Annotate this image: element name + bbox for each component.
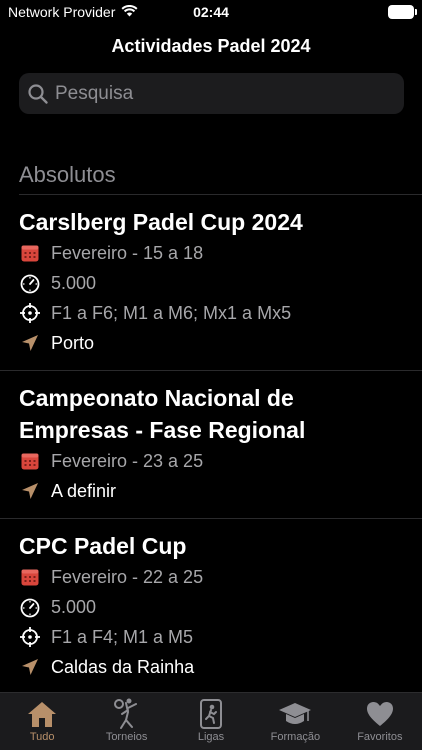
section-header: Absolutos xyxy=(19,162,116,187)
tab-favoritos[interactable]: Favoritos xyxy=(338,693,422,750)
location-arrow-icon xyxy=(19,480,41,502)
target-icon xyxy=(19,626,41,648)
house-icon xyxy=(26,698,58,730)
event-categories-row: F1 a F6; M1 a M6; Mx1 a Mx5 xyxy=(19,298,403,328)
tab-label: Tudo xyxy=(29,731,55,743)
search-input[interactable] xyxy=(55,82,375,105)
event-title: Campeonato Nacional de Empresas - Fase R… xyxy=(19,385,306,443)
event-title: Carslberg Padel Cup 2024 xyxy=(19,209,303,235)
location-arrow-icon xyxy=(19,332,41,354)
event-item[interactable]: Campeonato Nacional de Empresas - Fase R… xyxy=(0,371,422,519)
event-prize-row: 5.000 xyxy=(19,592,403,622)
tab-bar: Tudo Torneios Ligas Formação Favoritos xyxy=(0,692,422,750)
event-date-row: Fevereiro - 22 a 25 xyxy=(19,562,403,592)
calendar-icon xyxy=(19,566,41,588)
event-item[interactable]: Carslberg Padel Cup 2024 Fevereiro - 15 … xyxy=(0,195,422,371)
event-prize: 5.000 xyxy=(51,596,97,617)
search-bar[interactable] xyxy=(19,73,404,114)
tab-label: Torneios xyxy=(105,731,148,743)
battery-icon xyxy=(388,5,417,19)
status-bar: Network Provider 02:44 xyxy=(0,0,422,26)
tab-formacao[interactable]: Formação xyxy=(253,693,337,750)
event-location-row: A definir xyxy=(19,476,403,506)
event-location-row: Caldas da Rainha xyxy=(19,652,403,682)
event-date-row: Fevereiro - 23 a 25 xyxy=(19,446,403,476)
event-list: Carslberg Padel Cup 2024 Fevereiro - 15 … xyxy=(0,195,422,695)
event-categories-row: F1 a F4; M1 a M5 xyxy=(19,622,403,652)
event-categories: F1 a F6; M1 a M6; Mx1 a Mx5 xyxy=(51,302,292,323)
stopwatch-icon xyxy=(19,272,41,294)
league-icon xyxy=(198,698,224,730)
tab-torneios[interactable]: Torneios xyxy=(84,693,168,750)
event-item[interactable]: CPC Padel Cup Fevereiro - 22 a 25 5.000 … xyxy=(0,519,422,695)
status-time: 02:44 xyxy=(193,4,229,20)
event-categories: F1 a F4; M1 a M5 xyxy=(51,626,194,647)
event-location: Caldas da Rainha xyxy=(51,656,195,677)
player-icon xyxy=(112,698,142,730)
event-prize: 5.000 xyxy=(51,272,97,293)
page-title: Actividades Padel 2024 xyxy=(111,36,311,56)
calendar-icon xyxy=(19,450,41,472)
event-date: Fevereiro - 22 a 25 xyxy=(51,566,204,587)
tab-ligas[interactable]: Ligas xyxy=(169,693,253,750)
graduation-cap-icon xyxy=(277,698,313,730)
tab-label: Formação xyxy=(270,731,321,743)
event-prize-row: 5.000 xyxy=(19,268,403,298)
event-date-row: Fevereiro - 15 a 18 xyxy=(19,238,403,268)
stopwatch-icon xyxy=(19,596,41,618)
location-arrow-icon xyxy=(19,656,41,678)
tab-label: Favoritos xyxy=(357,731,403,743)
target-icon xyxy=(19,302,41,324)
search-icon xyxy=(28,83,48,104)
event-location-row: Porto xyxy=(19,328,403,358)
tab-tudo[interactable]: Tudo xyxy=(0,693,84,750)
heart-icon xyxy=(365,698,395,730)
event-title: CPC Padel Cup xyxy=(19,533,187,559)
calendar-icon xyxy=(19,242,41,264)
event-date: Fevereiro - 15 a 18 xyxy=(51,242,204,263)
event-location: Porto xyxy=(51,332,95,353)
event-date: Fevereiro - 23 a 25 xyxy=(51,450,204,471)
tab-label: Ligas xyxy=(197,731,225,743)
event-location: A definir xyxy=(51,480,117,501)
